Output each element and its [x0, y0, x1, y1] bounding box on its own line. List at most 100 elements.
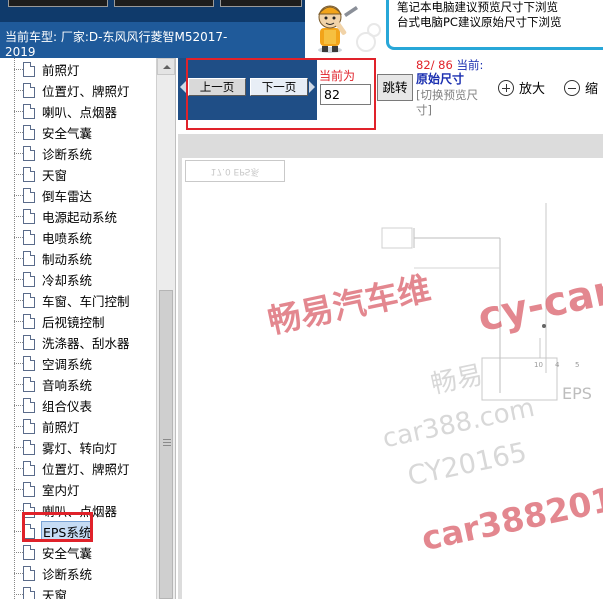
- sidebar-tree-item[interactable]: 制动系统: [14, 248, 93, 269]
- grip-line-icon: [163, 445, 171, 446]
- document-icon: [23, 356, 35, 371]
- sidebar-tree-item[interactable]: 洗涤器、刮水器: [14, 332, 131, 353]
- top-tab-2[interactable]: [114, 0, 214, 7]
- document-icon: [23, 398, 35, 413]
- eps-diagram-label: EPS: [562, 384, 592, 403]
- document-icon: [23, 293, 35, 308]
- sidebar-tree-item[interactable]: 前照灯: [14, 59, 81, 80]
- tree-item-label: 前照灯: [42, 420, 80, 435]
- current-vehicle-bar: 当前车型: 厂家:D-东风风行菱智M52017- 2019: [0, 22, 305, 59]
- zoom-in-label: 放大: [519, 82, 546, 97]
- tree-item-label: 车窗、车门控制: [42, 294, 130, 309]
- sidebar-tree-item[interactable]: 位置灯、牌照灯: [14, 80, 131, 101]
- tree-item-label: 天窗: [42, 168, 68, 183]
- top-tab-3[interactable]: [220, 0, 302, 7]
- zoom-in-icon: [498, 79, 514, 96]
- document-icon: [23, 104, 35, 119]
- sidebar-tree-item[interactable]: 喇叭、点烟器: [14, 101, 118, 122]
- browsing-size-notice: 笔记本电脑建议预览尺寸下浏览 台式电脑PC建议原始尺寸下浏览: [386, 0, 603, 50]
- sidebar-tree-item[interactable]: 音响系统: [14, 374, 93, 395]
- sidebar-tree-item[interactable]: 安全气囊: [14, 122, 93, 143]
- sidebar-tree-item[interactable]: 冷却系统: [14, 269, 93, 290]
- tree-branch-line: [14, 69, 23, 70]
- tree-branch-line: [14, 258, 23, 259]
- original-size-link[interactable]: 原始尺寸: [416, 72, 464, 87]
- document-icon: [23, 146, 35, 161]
- tree-item-label: 喇叭、点烟器: [42, 105, 118, 120]
- tree-branch-line: [14, 447, 23, 448]
- tree-item-label: 音响系统: [42, 378, 93, 393]
- tree-item-label: 天窗: [42, 588, 68, 599]
- document-icon: [23, 167, 35, 182]
- tree-branch-line: [14, 174, 23, 175]
- sidebar-tree-item[interactable]: 电喷系统: [14, 227, 93, 248]
- sidebar-tree-item[interactable]: 前照灯: [14, 416, 81, 437]
- current-suffix: 当前:: [456, 58, 484, 72]
- sidebar-tree-item[interactable]: 倒车雷达: [14, 185, 93, 206]
- mechanic-mascot-icon: [317, 5, 381, 53]
- tree-branch-line: [14, 342, 23, 343]
- tree-branch-line: [14, 237, 23, 238]
- tree-item-label: 前照灯: [42, 63, 80, 78]
- tree-branch-line: [14, 426, 23, 427]
- sidebar-tree-item[interactable]: 雾灯、转向灯: [14, 437, 118, 458]
- tree-branch-line: [14, 405, 23, 406]
- tree-item-label: 倒车雷达: [42, 189, 93, 204]
- sidebar-tree-item[interactable]: 车窗、车门控制: [14, 290, 131, 311]
- tree-item-label: 洗涤器、刮水器: [42, 336, 130, 351]
- eps-pin-c-label: 5: [575, 361, 580, 369]
- tree-branch-line: [14, 594, 23, 595]
- page-count: 82/ 86 当前:: [416, 58, 483, 72]
- sidebar-tree-item[interactable]: 诊断系统: [14, 563, 93, 584]
- sidebar-tree-item[interactable]: 后视镜控制: [14, 311, 106, 332]
- tree-item-label: 电喷系统: [42, 231, 93, 246]
- scroll-up-arrow-icon[interactable]: [157, 58, 175, 75]
- sidebar-tree-item[interactable]: 诊断系统: [14, 143, 93, 164]
- tree-item-label: 安全气囊: [42, 126, 93, 141]
- app-header: 当前车型: 厂家:D-东风风行菱智M52017- 2019 笔记本电脑建议预览尺…: [0, 0, 603, 59]
- tree-item-label: 电源起动系统: [42, 210, 118, 225]
- zoom-out-icon: [564, 79, 580, 96]
- sidebar-tree-item[interactable]: 组合仪表: [14, 395, 93, 416]
- jump-button[interactable]: 跳转: [377, 74, 413, 101]
- diagram-sheet: EPS 10 4 5: [182, 158, 603, 599]
- tree-branch-line: [14, 552, 23, 553]
- grip-line-icon: [163, 439, 171, 440]
- zoom-out-label: 缩: [585, 82, 599, 97]
- wiring-diagram: [381, 203, 558, 401]
- sidebar-tree-item[interactable]: 位置灯、牌照灯: [14, 458, 131, 479]
- sidebar-tree-item[interactable]: 天窗: [14, 584, 68, 599]
- sidebar-tree-item[interactable]: 空调系统: [14, 353, 93, 374]
- sidebar-tree-item[interactable]: 电源起动系统: [14, 206, 118, 227]
- tree-item-label: 冷却系统: [42, 273, 93, 288]
- tree-branch-line: [14, 321, 23, 322]
- sidebar-scrollbar[interactable]: [156, 58, 175, 599]
- document-icon: [23, 230, 35, 245]
- notice-line-2: 台式电脑PC建议原始尺寸下浏览: [397, 15, 562, 29]
- tree-branch-line: [14, 153, 23, 154]
- scrollbar-thumb[interactable]: [159, 290, 173, 599]
- switch-preview-size-link[interactable]: [切换预览尺寸]: [416, 88, 486, 118]
- notice-line-1: 笔记本电脑建议预览尺寸下浏览: [397, 0, 558, 14]
- document-icon: [23, 482, 35, 497]
- zoom-out-button[interactable]: 缩: [564, 78, 598, 97]
- sidebar-tree-item[interactable]: 天窗: [14, 164, 68, 185]
- wiring-diagram-view[interactable]: EPS 10 4 5 17.0 EPS系: [178, 134, 603, 599]
- zoom-in-button[interactable]: 放大: [498, 78, 545, 97]
- sidebar-tree-item[interactable]: 室内灯: [14, 479, 81, 500]
- document-icon: [23, 419, 35, 434]
- eps-pin-a-label: 10: [534, 361, 543, 369]
- tree-branch-line: [14, 363, 23, 364]
- tree-item-label: 位置灯、牌照灯: [42, 84, 130, 99]
- sidebar-tree-item[interactable]: 安全气囊: [14, 542, 93, 563]
- document-icon: [23, 314, 35, 329]
- document-icon: [23, 566, 35, 581]
- tree-item-label: 空调系统: [42, 357, 93, 372]
- tree-item-label: 雾灯、转向灯: [42, 441, 118, 456]
- tree-branch-line: [14, 510, 23, 511]
- grip-line-icon: [163, 442, 171, 443]
- top-tab-1[interactable]: [8, 0, 108, 7]
- tree-branch-line: [14, 111, 23, 112]
- tree-branch-line: [14, 468, 23, 469]
- document-icon: [23, 125, 35, 140]
